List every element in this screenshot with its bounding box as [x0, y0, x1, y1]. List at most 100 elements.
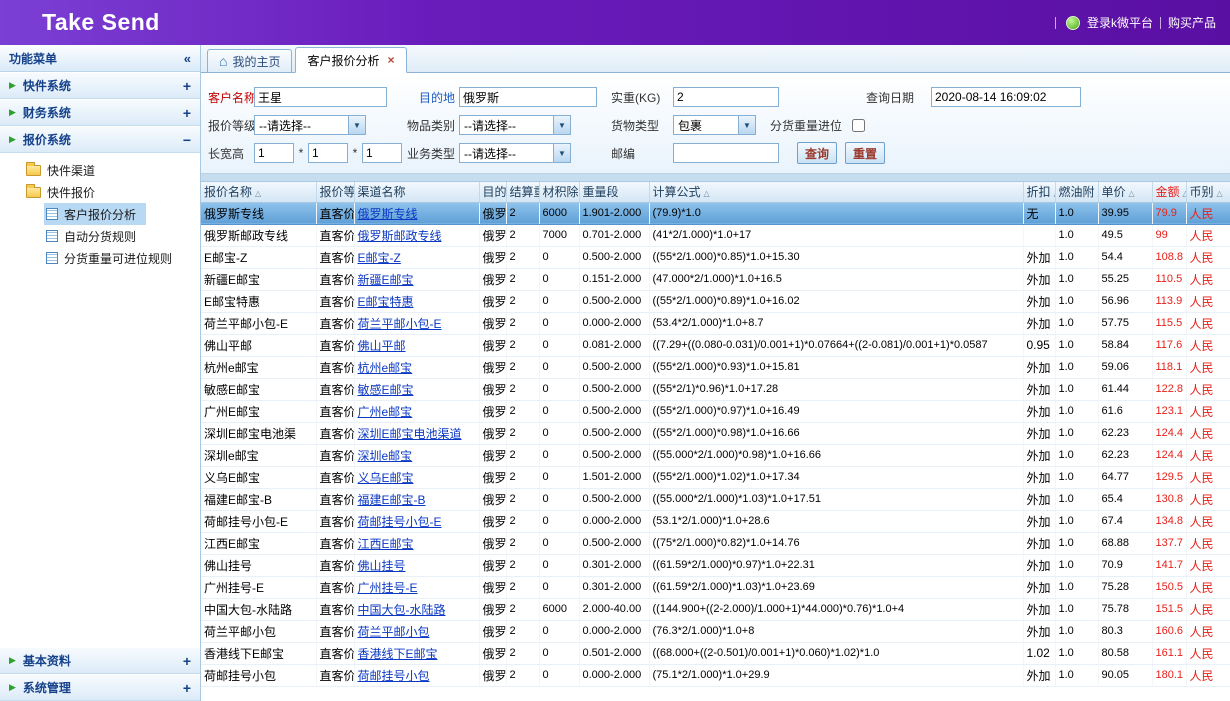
table-row[interactable]: 广州E邮宝直客价广州e邮宝俄罗200.500-2.000((55*2/1.000…: [201, 400, 1230, 422]
channel-link[interactable]: 俄罗斯专线: [358, 207, 418, 221]
sidebar-section[interactable]: ▶快件系统+: [0, 72, 200, 99]
expand-section-icon[interactable]: +: [183, 78, 191, 94]
table-row[interactable]: 新疆E邮宝直客价新疆E邮宝俄罗200.151-2.000(47.000*2/1.…: [201, 268, 1230, 290]
expand-section-icon[interactable]: +: [183, 105, 191, 121]
table-row[interactable]: 杭州e邮宝直客价杭州e邮宝俄罗200.500-2.000((55*2/1.000…: [201, 356, 1230, 378]
table-row[interactable]: 福建E邮宝-B直客价福建E邮宝-B俄罗200.500-2.000((55.000…: [201, 488, 1230, 510]
sort-icon: △: [1183, 189, 1186, 198]
channel-link[interactable]: E邮宝特惠: [358, 295, 414, 309]
table-row[interactable]: 俄罗斯专线直客价俄罗斯专线俄罗260001.901-2.000(79.9)*1.…: [201, 202, 1230, 224]
channel-link[interactable]: 广州e邮宝: [358, 405, 413, 419]
height-input[interactable]: [362, 143, 402, 163]
cargo-type-select[interactable]: 包裹 ▼: [673, 115, 756, 135]
channel-link[interactable]: E邮宝-Z: [358, 251, 401, 265]
carry-unit-checkbox[interactable]: [852, 119, 865, 132]
column-header[interactable]: 折扣△: [1023, 182, 1055, 202]
channel-link[interactable]: 深圳E邮宝电池渠道: [358, 427, 462, 441]
tree-item[interactable]: 分货重量可进位规则: [44, 247, 182, 269]
actual-weight-input[interactable]: [673, 87, 779, 107]
table-row[interactable]: E邮宝-Z直客价E邮宝-Z俄罗200.500-2.000((55*2/1.000…: [201, 246, 1230, 268]
business-type-label: 业务类型: [402, 145, 457, 162]
table-row[interactable]: 荷邮挂号小包直客价荷邮挂号小包俄罗200.000-2.000(75.1*2/1.…: [201, 664, 1230, 686]
login-kwei-link[interactable]: 登录k微平台: [1087, 14, 1153, 31]
dropdown-arrow-icon: ▼: [348, 116, 365, 134]
table-row[interactable]: 荷邮挂号小包-E直客价荷邮挂号小包-E俄罗200.000-2.000(53.1*…: [201, 510, 1230, 532]
collapse-section-icon[interactable]: −: [183, 132, 191, 148]
table-row[interactable]: 江西E邮宝直客价江西E邮宝俄罗200.500-2.000((75*2/1.000…: [201, 532, 1230, 554]
table-row[interactable]: 佛山平邮直客价佛山平邮俄罗200.081-2.000((7.29+((0.080…: [201, 334, 1230, 356]
table-row[interactable]: 荷兰平邮小包-E直客价荷兰平邮小包-E俄罗200.000-2.000(53.4*…: [201, 312, 1230, 334]
table-row[interactable]: 荷兰平邮小包直客价荷兰平邮小包俄罗200.000-2.000(76.3*2/1.…: [201, 620, 1230, 642]
sidebar-section-label: 财务系统: [23, 104, 71, 121]
destination-input[interactable]: [459, 87, 597, 107]
table-row[interactable]: E邮宝特惠直客价E邮宝特惠俄罗200.500-2.000((55*2/1.000…: [201, 290, 1230, 312]
table-cell: 1.0: [1055, 356, 1098, 378]
table-row[interactable]: 中国大包-水陆路直客价中国大包-水陆路俄罗260002.000-40.00((1…: [201, 598, 1230, 620]
table-row[interactable]: 广州挂号-E直客价广州挂号-E俄罗200.301-2.000((61.59*2/…: [201, 576, 1230, 598]
channel-link[interactable]: 中国大包-水陆路: [358, 603, 446, 617]
tab-close-icon[interactable]: ×: [388, 54, 395, 66]
buy-product-link[interactable]: 购买产品: [1168, 14, 1216, 31]
table-row[interactable]: 深圳E邮宝电池渠直客价深圳E邮宝电池渠道俄罗200.500-2.000((55*…: [201, 422, 1230, 444]
customer-name-input[interactable]: [254, 87, 387, 107]
column-header[interactable]: 金额△: [1152, 182, 1186, 202]
table-row[interactable]: 俄罗斯邮政专线直客价俄罗斯邮政专线俄罗270000.701-2.000(41*2…: [201, 224, 1230, 246]
expand-section-icon[interactable]: +: [183, 653, 191, 669]
quote-grade-select[interactable]: --请选择-- ▼: [254, 115, 366, 135]
business-type-select[interactable]: --请选择-- ▼: [459, 143, 571, 163]
column-header[interactable]: 材积除: [539, 182, 579, 202]
channel-link[interactable]: 俄罗斯邮政专线: [358, 229, 442, 243]
channel-link[interactable]: 广州挂号-E: [358, 581, 418, 595]
table-row[interactable]: 佛山挂号直客价佛山挂号俄罗200.301-2.000((61.59*2/1.00…: [201, 554, 1230, 576]
tree-item[interactable]: 自动分货规则: [44, 225, 146, 247]
table-row[interactable]: 深圳e邮宝直客价深圳e邮宝俄罗200.500-2.000((55.000*2/1…: [201, 444, 1230, 466]
tab-active[interactable]: 客户报价分析×: [295, 47, 406, 73]
column-header[interactable]: 燃油附△: [1055, 182, 1098, 202]
table-cell: (76.3*2/1.000)*1.0+8: [649, 620, 1023, 642]
width-input[interactable]: [308, 143, 348, 163]
column-header[interactable]: 报价等△: [316, 182, 354, 202]
column-header[interactable]: 报价名称△: [201, 182, 316, 202]
column-header[interactable]: 重量段: [579, 182, 649, 202]
sidebar-section[interactable]: ▶系统管理+: [0, 674, 200, 701]
table-row[interactable]: 义乌E邮宝直客价义乌E邮宝俄罗201.501-2.000((55*2/1.000…: [201, 466, 1230, 488]
tab-home[interactable]: ⌂我的主页: [207, 49, 292, 72]
reset-button[interactable]: 重置: [845, 142, 885, 164]
sidebar-section[interactable]: ▶基本资料+: [0, 647, 200, 674]
column-header[interactable]: 渠道名称: [354, 182, 479, 202]
column-header[interactable]: 结算重: [506, 182, 539, 202]
channel-link[interactable]: 义乌E邮宝: [358, 471, 414, 485]
sidebar-section[interactable]: ▶报价系统−: [0, 126, 200, 153]
length-input[interactable]: [254, 143, 294, 163]
tree-item[interactable]: 客户报价分析: [44, 203, 146, 225]
table-row[interactable]: 敏感E邮宝直客价敏感E邮宝俄罗200.500-2.000((55*2/1)*0.…: [201, 378, 1230, 400]
column-header[interactable]: 币别△: [1186, 182, 1230, 202]
column-header[interactable]: 目的: [479, 182, 506, 202]
expand-section-icon[interactable]: +: [183, 680, 191, 696]
table-cell: 0: [539, 444, 579, 466]
channel-link[interactable]: 深圳e邮宝: [358, 449, 413, 463]
channel-link[interactable]: 福建E邮宝-B: [358, 493, 426, 507]
tree-item[interactable]: 快件渠道: [24, 159, 105, 181]
item-category-select[interactable]: --请选择-- ▼: [459, 115, 571, 135]
channel-link[interactable]: 香港线下E邮宝: [358, 647, 438, 661]
channel-link[interactable]: 荷邮挂号小包-E: [358, 515, 442, 529]
query-date-input[interactable]: [931, 87, 1081, 107]
channel-link[interactable]: 佛山平邮: [358, 339, 406, 353]
channel-link[interactable]: 江西E邮宝: [358, 537, 414, 551]
sidebar-section[interactable]: ▶财务系统+: [0, 99, 200, 126]
column-header[interactable]: 单价△: [1098, 182, 1152, 202]
channel-link[interactable]: 荷兰平邮小包: [358, 625, 430, 639]
channel-link[interactable]: 杭州e邮宝: [358, 361, 413, 375]
column-header[interactable]: 计算公式△: [649, 182, 1023, 202]
channel-link[interactable]: 新疆E邮宝: [358, 273, 414, 287]
channel-link[interactable]: 荷邮挂号小包: [358, 669, 430, 683]
channel-link[interactable]: 荷兰平邮小包-E: [358, 317, 442, 331]
search-button[interactable]: 查询: [797, 142, 837, 164]
collapse-sidebar-icon[interactable]: «: [184, 51, 191, 66]
channel-link[interactable]: 敏感E邮宝: [358, 383, 414, 397]
table-row[interactable]: 香港线下E邮宝直客价香港线下E邮宝俄罗200.501-2.000((68.000…: [201, 642, 1230, 664]
channel-link[interactable]: 佛山挂号: [358, 559, 406, 573]
tree-item[interactable]: 快件报价: [24, 181, 105, 203]
postcode-input[interactable]: [673, 143, 779, 163]
